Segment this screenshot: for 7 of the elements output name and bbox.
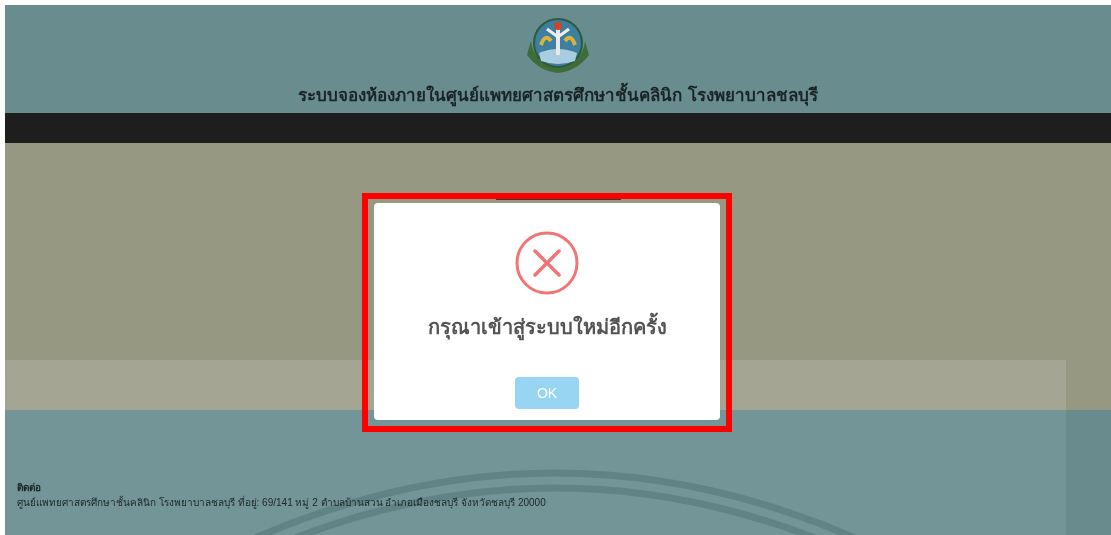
contact-heading: ติดต่อ	[17, 481, 42, 495]
alert-message: กรุณาเข้าสู่ระบบใหม่อีกครั้ง	[427, 311, 667, 343]
site-title: ระบบจองห้องภายในศูนย์แพทยศาสตรศึกษาชั้นคลินิก โรงพยาบาลชลบุรี	[298, 81, 818, 108]
contact-address: ศูนย์แพทยศาสตรศึกษาชั้นคลินิก โรงพยาบาลชลบุรี ที่อยู่: 69/141 หมู่ 2 ตำบลบ้านสวน อำเภอเมืองชลบุรี จังหวัดชลบุรี 20000	[17, 497, 546, 508]
emblem-logo	[525, 15, 591, 75]
ok-button[interactable]: OK	[515, 377, 579, 409]
error-icon	[515, 231, 579, 295]
